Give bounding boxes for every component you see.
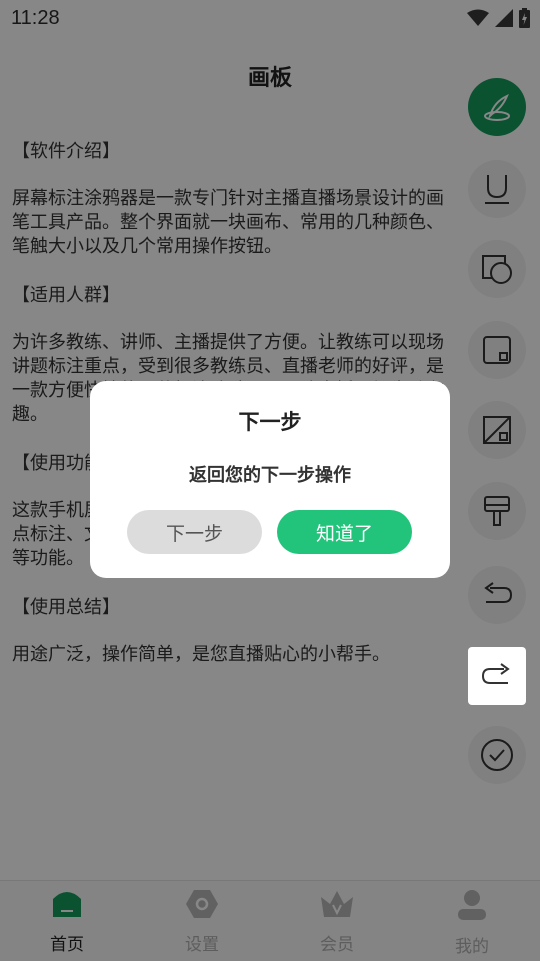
next-step-button[interactable]: 下一步 [127,510,262,554]
redo-button-spotlight[interactable] [468,647,526,705]
dialog-message: 返回您的下一步操作 [189,465,351,486]
dialog-title: 下一步 [238,410,302,434]
got-it-button[interactable]: 知道了 [277,510,412,554]
redo-icon [481,663,510,684]
guide-dialog: 下一步 返回您的下一步操作 下一步 知道了 [90,381,450,578]
